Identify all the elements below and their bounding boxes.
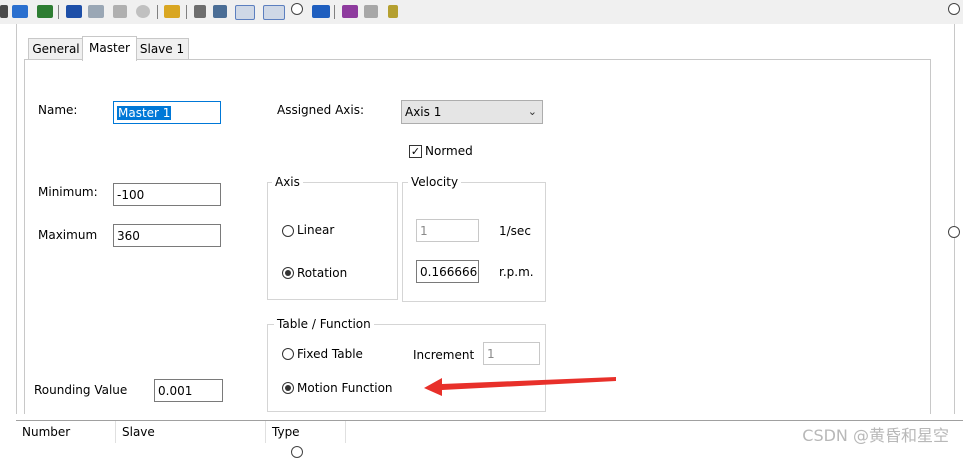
axis-group-title: Axis: [272, 175, 303, 189]
tab-label: Slave 1: [139, 42, 185, 56]
tab-label: Master: [89, 41, 130, 55]
annotation-arrow-icon: [424, 377, 616, 396]
velocity-value-1: 1: [420, 224, 428, 238]
maximum-field[interactable]: 360: [113, 224, 221, 247]
toolbar-icon[interactable]: [342, 5, 358, 18]
rotation-label: Rotation: [297, 266, 348, 280]
increment-field[interactable]: 1: [483, 342, 540, 365]
maximum-value: 360: [117, 229, 140, 243]
increment-label: Increment: [413, 348, 475, 362]
toolbar-separator: [334, 5, 335, 19]
assigned-axis-label: Assigned Axis:: [277, 103, 365, 117]
toolbar-icon[interactable]: [88, 5, 104, 18]
resize-handle-top[interactable]: [291, 3, 303, 15]
tab-master[interactable]: Master: [82, 36, 137, 61]
unit-1-per-sec: 1/sec: [499, 224, 531, 238]
tab-slave-1[interactable]: Slave 1: [135, 38, 189, 60]
toolbar-icon[interactable]: [213, 5, 227, 18]
maximum-label: Maximum: [38, 228, 98, 242]
assigned-axis-select[interactable]: Axis 1 ⌄: [401, 100, 543, 124]
increment-value: 1: [487, 347, 495, 361]
toolbar-icon[interactable]: [235, 5, 255, 20]
velocity-1-per-sec-field[interactable]: 1: [416, 219, 479, 242]
rounding-value-field[interactable]: 0.001: [154, 379, 223, 402]
toolbar-icon[interactable]: [364, 5, 378, 18]
toolbar-icon[interactable]: [136, 5, 150, 18]
column-header-number[interactable]: Number: [16, 421, 116, 443]
fixed-table-label: Fixed Table: [297, 347, 363, 361]
normed-checkbox[interactable]: ✓: [409, 145, 422, 158]
motion-function-label: Motion Function: [297, 381, 393, 395]
velocity-groupbox: Velocity: [402, 175, 546, 302]
minimum-value: -100: [117, 188, 145, 202]
name-value: Master 1: [117, 106, 172, 120]
minimum-field[interactable]: -100: [113, 183, 221, 206]
rotation-radio[interactable]: [282, 267, 294, 279]
motion-function-radio[interactable]: [282, 382, 294, 394]
toolbar-icon[interactable]: [194, 5, 206, 18]
rounding-value-label: Rounding Value: [34, 383, 128, 397]
axis-groupbox: Axis: [267, 175, 398, 300]
linear-radio[interactable]: [282, 225, 294, 237]
toolbar-icon[interactable]: [164, 5, 180, 18]
toolbar-icon[interactable]: [263, 5, 285, 20]
toolbar-icon[interactable]: [12, 5, 28, 18]
name-field[interactable]: Master 1: [113, 101, 221, 124]
velocity-rpm-field[interactable]: 0.1666666: [416, 260, 479, 283]
table-function-group-title: Table / Function: [274, 317, 374, 331]
resize-handle-top-right[interactable]: [948, 3, 960, 15]
velocity-group-title: Velocity: [408, 175, 462, 189]
toolbar-icon[interactable]: [312, 5, 330, 18]
linear-label: Linear: [297, 223, 335, 237]
toolbar-icon[interactable]: [113, 5, 127, 18]
chevron-down-icon: ⌄: [527, 105, 537, 118]
name-label: Name:: [38, 103, 78, 117]
unit-rpm: r.p.m.: [499, 265, 534, 279]
toolbar-separator: [186, 5, 187, 19]
rounding-value: 0.001: [158, 384, 193, 398]
table-function-groupbox: Table / Function: [267, 317, 546, 412]
toolbar-icon[interactable]: [66, 5, 82, 18]
tab-general[interactable]: General: [28, 38, 84, 60]
tab-label: General: [32, 42, 80, 56]
velocity-value-2: 0.1666666: [420, 265, 479, 279]
toolbar-icon[interactable]: [0, 5, 8, 18]
toolbar-separator: [157, 5, 158, 19]
column-header-type[interactable]: Type: [266, 421, 346, 443]
toolbar-icon[interactable]: [37, 5, 53, 18]
resize-handle-right[interactable]: [948, 226, 960, 238]
watermark: CSDN @黄昏和星空: [802, 426, 949, 445]
assigned-axis-value: Axis 1: [405, 105, 442, 119]
fixed-table-radio[interactable]: [282, 348, 294, 360]
tab-strip: General Master Slave 1: [24, 36, 929, 61]
normed-label: Normed: [425, 144, 473, 158]
column-header-slave[interactable]: Slave: [116, 421, 266, 443]
toolbar-icon[interactable]: [388, 5, 398, 18]
toolbar-separator: [58, 5, 59, 19]
resize-handle-bottom[interactable]: [291, 446, 303, 458]
toolbar: [0, 0, 963, 24]
minimum-label: Minimum:: [38, 185, 98, 199]
